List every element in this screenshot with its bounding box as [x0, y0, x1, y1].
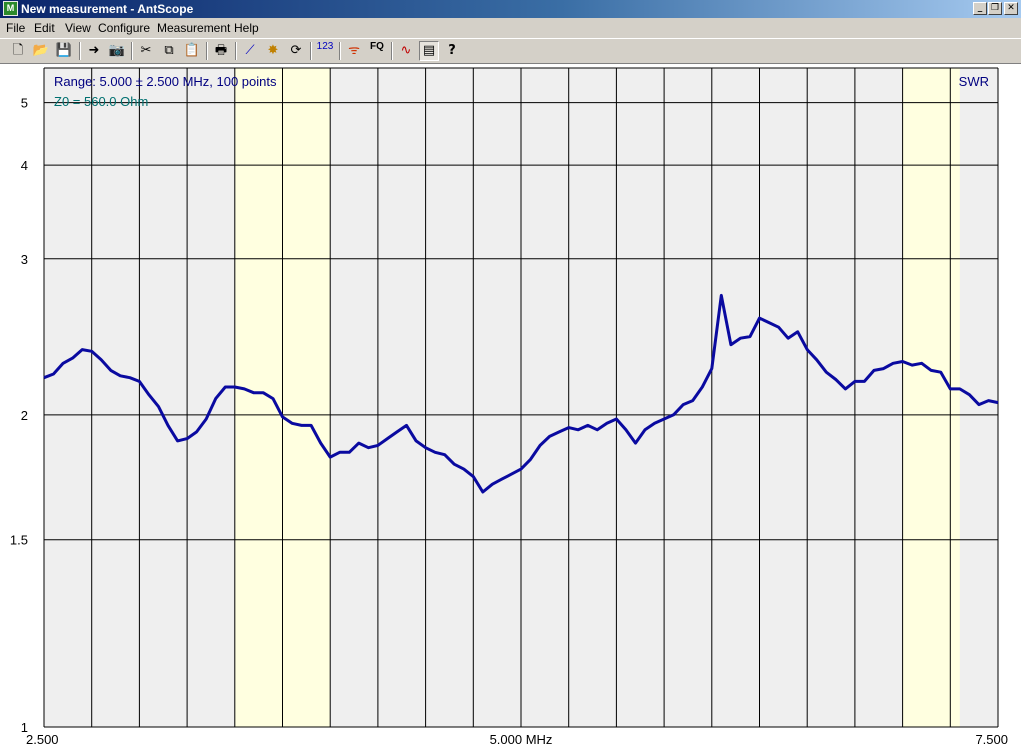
mode-label: SWR — [959, 74, 989, 89]
x-tick-label: 7.500 — [975, 732, 1008, 747]
y-tick-label: 2 — [21, 408, 28, 423]
x-tick-label: 5.000 MHz — [490, 732, 553, 747]
z0-info: Z0 = 560.0 Ohm — [54, 94, 148, 109]
x-tick-label: 2.500 — [26, 732, 59, 747]
range-info: Range: 5.000 ± 2.500 MHz, 100 points — [54, 74, 277, 89]
y-tick-label: 3 — [21, 252, 28, 267]
highlight-band — [902, 68, 960, 727]
y-tick-label: 4 — [21, 158, 28, 173]
y-tick-label: 5 — [21, 96, 28, 111]
swr-chart: 11.52345 2.500 5.000 MHz 7.500 Range: 5.00… — [10, 67, 1008, 747]
y-tick-label: 1.5 — [10, 533, 28, 548]
